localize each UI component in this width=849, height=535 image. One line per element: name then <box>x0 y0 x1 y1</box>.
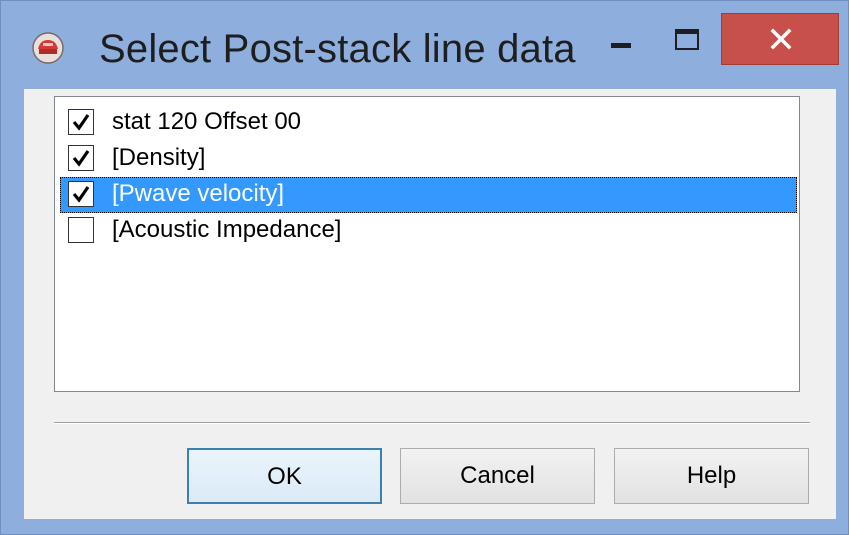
checkmark-icon <box>72 186 90 203</box>
list-item-selected[interactable]: [Pwave velocity] <box>60 177 797 213</box>
list-item-label: stat 120 Offset 00 <box>112 108 302 135</box>
checkbox[interactable] <box>68 109 94 135</box>
cancel-button[interactable]: Cancel <box>400 448 595 504</box>
checkmark-icon <box>72 114 90 131</box>
help-button[interactable]: Help <box>614 448 809 504</box>
checkbox[interactable] <box>68 181 94 207</box>
minimize-icon <box>611 43 631 48</box>
list-item-label: [Acoustic Impedance] <box>112 216 342 243</box>
ok-button[interactable]: OK <box>187 448 382 504</box>
list-item[interactable]: [Acoustic Impedance] <box>60 213 797 249</box>
checkbox[interactable] <box>68 145 94 171</box>
close-icon <box>770 28 792 50</box>
list-item[interactable]: stat 120 Offset 00 <box>60 105 797 141</box>
dialog-window: Select Post-stack line data stat 120 Off… <box>0 0 849 535</box>
list-item[interactable]: [Density] <box>60 141 797 177</box>
list-item-label: [Density] <box>112 144 206 171</box>
list-item-label: [Pwave velocity] <box>112 180 285 207</box>
close-button[interactable] <box>721 13 839 65</box>
dialog-body: stat 120 Offset 00 [Density] [Pwave velo… <box>24 89 836 519</box>
checkbox[interactable] <box>68 217 94 243</box>
app-icon[interactable] <box>31 31 65 65</box>
maximize-button[interactable] <box>657 15 717 59</box>
divider <box>54 422 810 424</box>
maximize-icon <box>675 29 699 50</box>
data-checklist[interactable]: stat 120 Offset 00 [Density] [Pwave velo… <box>54 96 800 392</box>
window-title: Select Post-stack line data <box>99 27 576 71</box>
title-bar[interactable]: Select Post-stack line data <box>1 1 848 89</box>
checkmark-icon <box>72 150 90 167</box>
minimize-button[interactable] <box>597 15 649 59</box>
